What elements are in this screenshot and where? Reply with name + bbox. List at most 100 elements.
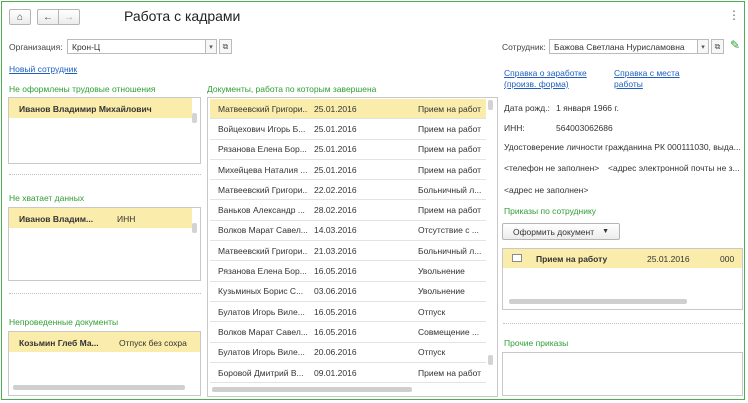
- cell-date: 25.01.2016: [308, 159, 410, 181]
- back-button[interactable]: ←: [37, 9, 59, 25]
- phone-value: <телефон не заполнен>: [504, 163, 600, 173]
- cell-doc: Больничный л...: [410, 179, 486, 201]
- cell-name: Булатов Игорь Виле...: [210, 342, 308, 363]
- table-row[interactable]: Ваньков Александр ... 28.02.2016 Прием на …: [210, 199, 486, 221]
- cell-date: 09.01.2016: [308, 362, 410, 384]
- new-employee-link[interactable]: Новый сотрудник: [9, 64, 77, 75]
- open-icon[interactable]: ⧉: [219, 39, 232, 54]
- table-row[interactable]: Боровой Дмитрий В... 09.01.2016 Прием на р…: [210, 362, 486, 384]
- unregistered-list[interactable]: Иванов Владимир Михайлович: [8, 97, 201, 164]
- completed-docs-table[interactable]: Матвеевский Григори... 25.01.2016 Прием на…: [210, 99, 486, 384]
- order-date: 25.01.2016: [647, 254, 690, 264]
- cell-date: 21.03.2016: [308, 240, 410, 262]
- cell-date: 20.06.2016: [308, 342, 410, 363]
- cell-doc: Отсутствие с ...: [410, 220, 486, 242]
- table-row[interactable]: Волков Марат Савел... 14.03.2016 Отсутстви…: [210, 220, 486, 242]
- unregistered-title: Не оформлены трудовые отношения: [9, 84, 156, 94]
- cell-doc: Отпуск: [410, 301, 486, 323]
- cell-doc: Увольнение: [410, 260, 486, 282]
- cell-name: Матвеевский Григори...: [210, 179, 308, 201]
- cell-doc: Отпуск: [410, 342, 486, 363]
- email-value: <адрес электронной почты не з...: [608, 163, 740, 173]
- horizontal-scrollbar[interactable]: [13, 385, 185, 390]
- table-row[interactable]: Михейцева Наталия ... 25.01.2016 Прием на …: [210, 159, 486, 181]
- cell-name: Матвеевский Григори...: [210, 240, 308, 262]
- inn-label: ИНН:: [504, 123, 525, 133]
- table-row[interactable]: Матвеевский Григори... 22.02.2016 Больничн…: [210, 179, 486, 201]
- divider: [503, 323, 743, 324]
- completed-docs-title: Документы, работа по которым завершена: [207, 84, 377, 94]
- cell-date: 28.02.2016: [308, 199, 410, 221]
- horizontal-scrollbar[interactable]: [509, 299, 687, 304]
- cell-name: Ваньков Александр ...: [210, 199, 308, 221]
- cell-name: Боровой Дмитрий В...: [210, 362, 308, 384]
- vertical-scrollbar-bottom[interactable]: [488, 355, 493, 365]
- table-row[interactable]: Матвеевский Григори... 21.03.2016 Больничн…: [210, 240, 486, 262]
- list-item-name: Иванов Владимир Михайлович: [19, 104, 152, 114]
- cell-name: Булатов Игорь Виле...: [210, 301, 308, 323]
- cell-name: Рязанова Елена Бор...: [210, 260, 308, 282]
- chevron-down-icon[interactable]: ▾: [697, 39, 709, 54]
- table-row[interactable]: Войцехович Игорь Б... 25.01.2016 Прием на …: [210, 118, 486, 140]
- cell-doc: Прием на работ: [410, 199, 486, 221]
- open-icon[interactable]: ⧉: [711, 39, 724, 54]
- unposted-title: Непроведенные документы: [9, 317, 119, 327]
- vertical-scrollbar[interactable]: [192, 223, 197, 233]
- employee-label: Сотрудник:: [502, 42, 546, 52]
- create-document-label: Оформить документ: [512, 226, 595, 237]
- orders-list[interactable]: Прием на работу 25.01.2016 000: [502, 248, 743, 310]
- cell-date: 16.05.2016: [308, 321, 410, 343]
- birth-date-value: 1 января 1966 г.: [556, 103, 619, 113]
- cell-date: 14.03.2016: [308, 220, 410, 242]
- table-row[interactable]: Матвеевский Григори... 25.01.2016 Прием на…: [210, 99, 486, 120]
- birth-date-label: Дата рожд.:: [504, 103, 550, 113]
- missing-data-list[interactable]: Иванов Владим... ИНН: [8, 207, 201, 281]
- salary-certificate-link[interactable]: Справка о заработке (произв. форма): [504, 68, 599, 90]
- gear-icon[interactable]: ⋮: [728, 8, 740, 22]
- page-title: Работа с кадрами: [124, 8, 241, 24]
- cell-doc: Совмещение ...: [410, 321, 486, 343]
- cell-doc: Прием на работ: [410, 99, 486, 120]
- cell-date: 25.01.2016: [308, 139, 410, 160]
- cell-doc: Прием на работ: [410, 159, 486, 181]
- cell-name: Рязанова Елена Бор...: [210, 139, 308, 160]
- divider: [9, 293, 201, 294]
- unposted-list[interactable]: Козьмин Глеб Ма... Отпуск без сохра: [8, 331, 201, 396]
- cell-doc: Прием на работ: [410, 139, 486, 160]
- unposted-doc: Отпуск без сохра: [119, 338, 187, 348]
- table-row[interactable]: Булатов Игорь Виле... 16.05.2016 Отпуск: [210, 301, 486, 323]
- cell-doc: Прием на работ: [410, 362, 486, 384]
- cell-date: 22.02.2016: [308, 179, 410, 201]
- missing-data-title: Не хватает данных: [9, 193, 85, 203]
- organization-label: Организация:: [9, 42, 63, 52]
- vertical-scrollbar[interactable]: [488, 100, 493, 110]
- unposted-name: Козьмин Глеб Ма...: [19, 338, 99, 348]
- table-row[interactable]: Волков Марат Савел... 16.05.2016 Совмещени…: [210, 321, 486, 343]
- create-document-button[interactable]: Оформить документ ▼: [502, 223, 620, 240]
- forward-button[interactable]: →: [58, 9, 80, 25]
- other-orders-list[interactable]: [502, 352, 743, 396]
- cell-date: 25.01.2016: [308, 99, 410, 120]
- organization-field[interactable]: Крон-Ц: [67, 39, 206, 54]
- cell-date: 16.05.2016: [308, 301, 410, 323]
- document-icon: [512, 254, 522, 262]
- cell-date: 25.01.2016: [308, 118, 410, 140]
- table-row[interactable]: Рязанова Елена Бор... 16.05.2016 Увольнени…: [210, 260, 486, 282]
- table-row[interactable]: Кузьминых Борис С... 03.06.2016 Увольнение: [210, 281, 486, 302]
- horizontal-scrollbar[interactable]: [212, 387, 412, 392]
- order-extra: 000: [720, 254, 735, 264]
- cell-name: Кузьминых Борис С...: [210, 281, 308, 302]
- cell-date: 03.06.2016: [308, 281, 410, 302]
- home-button[interactable]: ⌂: [9, 9, 31, 25]
- work-certificate-link[interactable]: Справка с места работы: [614, 68, 694, 90]
- gear-icon[interactable]: ✎: [730, 38, 740, 52]
- address-value: <адрес не заполнен>: [504, 185, 589, 195]
- cell-doc: Больничный л...: [410, 240, 486, 262]
- vertical-scrollbar[interactable]: [192, 113, 197, 123]
- employee-field[interactable]: Бажова Светлана Нурисламовна: [549, 39, 698, 54]
- chevron-down-icon[interactable]: ▾: [205, 39, 217, 54]
- cell-name: Матвеевский Григори...: [210, 99, 308, 120]
- table-row[interactable]: Рязанова Елена Бор... 25.01.2016 Прием на …: [210, 139, 486, 160]
- table-row[interactable]: Булатов Игорь Виле... 20.06.2016 Отпуск: [210, 342, 486, 363]
- arrow-left-icon: ←: [43, 11, 53, 23]
